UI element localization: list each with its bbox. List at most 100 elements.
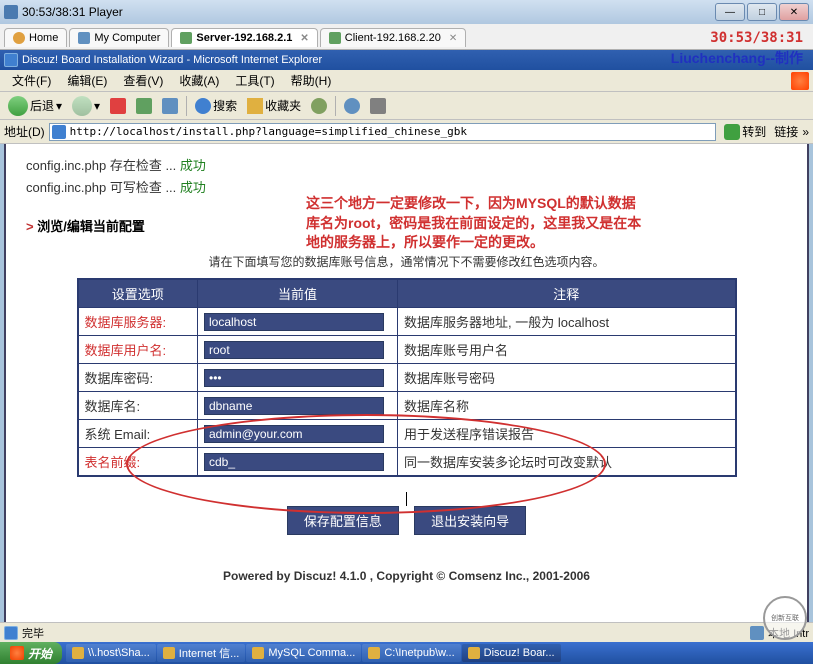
minimize-button[interactable]: —: [715, 3, 745, 21]
search-icon: [195, 98, 211, 114]
server-icon: [180, 32, 192, 44]
config-input-4[interactable]: [204, 425, 384, 443]
ie-icon: [4, 53, 18, 67]
footer-copyright: Powered by Discuz! 4.1.0 , Copyright © C…: [26, 569, 787, 583]
address-input[interactable]: http://localhost/install.php?language=si…: [49, 123, 717, 141]
instruction-text: 请在下面填写您的数据库账号信息，通常情况下不需要修改红色选项内容。: [26, 253, 787, 270]
back-label: 后退: [30, 97, 54, 114]
row-input-cell: [198, 420, 398, 448]
app-icon: [163, 647, 175, 659]
menu-view[interactable]: 查看(V): [115, 70, 171, 91]
tab-mycomputer[interactable]: My Computer: [69, 28, 169, 47]
menu-tools[interactable]: 工具(T): [227, 70, 282, 91]
save-config-button[interactable]: 保存配置信息: [287, 506, 399, 535]
ie-menu-bar: 文件(F) 编辑(E) 查看(V) 收藏(A) 工具(T) 帮助(H): [0, 70, 813, 92]
taskbar-item[interactable]: \\.host\Sha...: [66, 644, 156, 662]
overlay-timestamp: 30:53/38:31: [710, 30, 803, 46]
table-row: 数据库密码:数据库账号密码: [78, 364, 736, 392]
app-icon: [368, 647, 380, 659]
tab-close-icon[interactable]: ✕: [449, 33, 457, 44]
print-button[interactable]: [366, 96, 390, 116]
back-button[interactable]: 后退 ▾: [4, 94, 66, 118]
config-input-0[interactable]: [204, 313, 384, 331]
table-row: 系统 Email: 用于发送程序错误报告: [78, 420, 736, 448]
row-label: 系统 Email:: [78, 420, 198, 448]
row-description: 用于发送程序错误报告: [398, 420, 736, 448]
forward-icon: [72, 96, 92, 116]
forward-button[interactable]: ▾: [68, 94, 104, 118]
row-input-cell: [198, 364, 398, 392]
menu-file[interactable]: 文件(F): [4, 70, 59, 91]
tab-server[interactable]: Server-192.168.2.1 ✕: [171, 28, 317, 47]
search-button[interactable]: 搜索: [191, 95, 241, 116]
favorites-button[interactable]: 收藏夹: [243, 95, 305, 116]
menu-help[interactable]: 帮助(H): [283, 70, 340, 91]
mail-icon: [344, 98, 360, 114]
taskbar-item-label: Discuz! Boar...: [484, 647, 555, 659]
start-label: 开始: [28, 645, 52, 662]
row-description: 数据库账号用户名: [398, 336, 736, 364]
taskbar-item[interactable]: Internet 信...: [157, 644, 246, 662]
home-icon: [13, 32, 25, 44]
tab-client[interactable]: Client-192.168.2.20 ✕: [320, 28, 466, 47]
maximize-button[interactable]: □: [747, 3, 777, 21]
config-input-5[interactable]: [204, 453, 384, 471]
config-input-3[interactable]: [204, 397, 384, 415]
history-icon: [311, 98, 327, 114]
ie-title-text: Discuz! Board Installation Wizard - Micr…: [22, 54, 322, 66]
th-option: 设置选项: [78, 279, 198, 308]
refresh-icon: [136, 98, 152, 114]
links-label: 链接: [774, 123, 798, 140]
start-button[interactable]: 开始: [0, 642, 62, 664]
ie-logo-icon: [791, 72, 809, 90]
taskbar-item-label: \\.host\Sha...: [88, 647, 150, 659]
taskbar-item[interactable]: Discuz! Boar...: [462, 644, 561, 662]
row-input-cell: [198, 336, 398, 364]
th-value: 当前值: [198, 279, 398, 308]
go-label: 转到: [742, 123, 766, 140]
refresh-button[interactable]: [132, 96, 156, 116]
zone-icon: [750, 626, 764, 640]
player-titlebar: 30:53/38:31 Player — □ ✕: [0, 0, 813, 24]
row-label: 数据库服务器:: [78, 308, 198, 336]
chevron-icon[interactable]: »: [802, 125, 809, 139]
tab-client-label: Client-192.168.2.20: [345, 32, 441, 44]
menu-favorites[interactable]: 收藏(A): [171, 70, 227, 91]
go-button[interactable]: 转到: [720, 121, 770, 142]
favorites-label: 收藏夹: [265, 97, 301, 114]
computer-icon: [78, 32, 90, 44]
tab-home-label: Home: [29, 32, 58, 44]
row-description: 数据库账号密码: [398, 364, 736, 392]
player-icon: [4, 5, 18, 19]
page-icon: [4, 626, 18, 640]
tab-comp-label: My Computer: [94, 32, 160, 44]
taskbar-item-label: C:\Inetpub\w...: [384, 647, 454, 659]
dropdown-icon: ▾: [94, 99, 100, 113]
tab-home[interactable]: Home: [4, 28, 67, 47]
config-input-2[interactable]: [204, 369, 384, 387]
player-title: 30:53/38:31 Player: [22, 5, 123, 19]
close-button[interactable]: ✕: [779, 3, 809, 21]
stop-button[interactable]: [106, 96, 130, 116]
home-icon: [162, 98, 178, 114]
mail-button[interactable]: [340, 96, 364, 116]
client-icon: [329, 32, 341, 44]
address-bar: 地址(D) http://localhost/install.php?langu…: [0, 120, 813, 144]
taskbar-item[interactable]: MySQL Comma...: [246, 644, 361, 662]
config-input-1[interactable]: [204, 341, 384, 359]
menu-edit[interactable]: 编辑(E): [59, 70, 115, 91]
row-description: 数据库名称: [398, 392, 736, 420]
row-description: 数据库服务器地址, 一般为 localhost: [398, 308, 736, 336]
row-label: 表名前缀:: [78, 448, 198, 477]
tab-close-icon[interactable]: ✕: [300, 33, 308, 44]
button-row: 保存配置信息 退出安装向导: [26, 491, 787, 535]
home-button[interactable]: [158, 96, 182, 116]
overlay-author: Liuchenchang--制作: [671, 48, 803, 68]
taskbar-item[interactable]: C:\Inetpub\w...: [362, 644, 460, 662]
row-description: 同一数据库安装多论坛时可改变默认: [398, 448, 736, 477]
row-label: 数据库名:: [78, 392, 198, 420]
exit-wizard-button[interactable]: 退出安装向导: [414, 506, 526, 535]
history-button[interactable]: [307, 96, 331, 116]
go-icon: [724, 124, 740, 140]
table-row: 数据库名: 数据库名称: [78, 392, 736, 420]
